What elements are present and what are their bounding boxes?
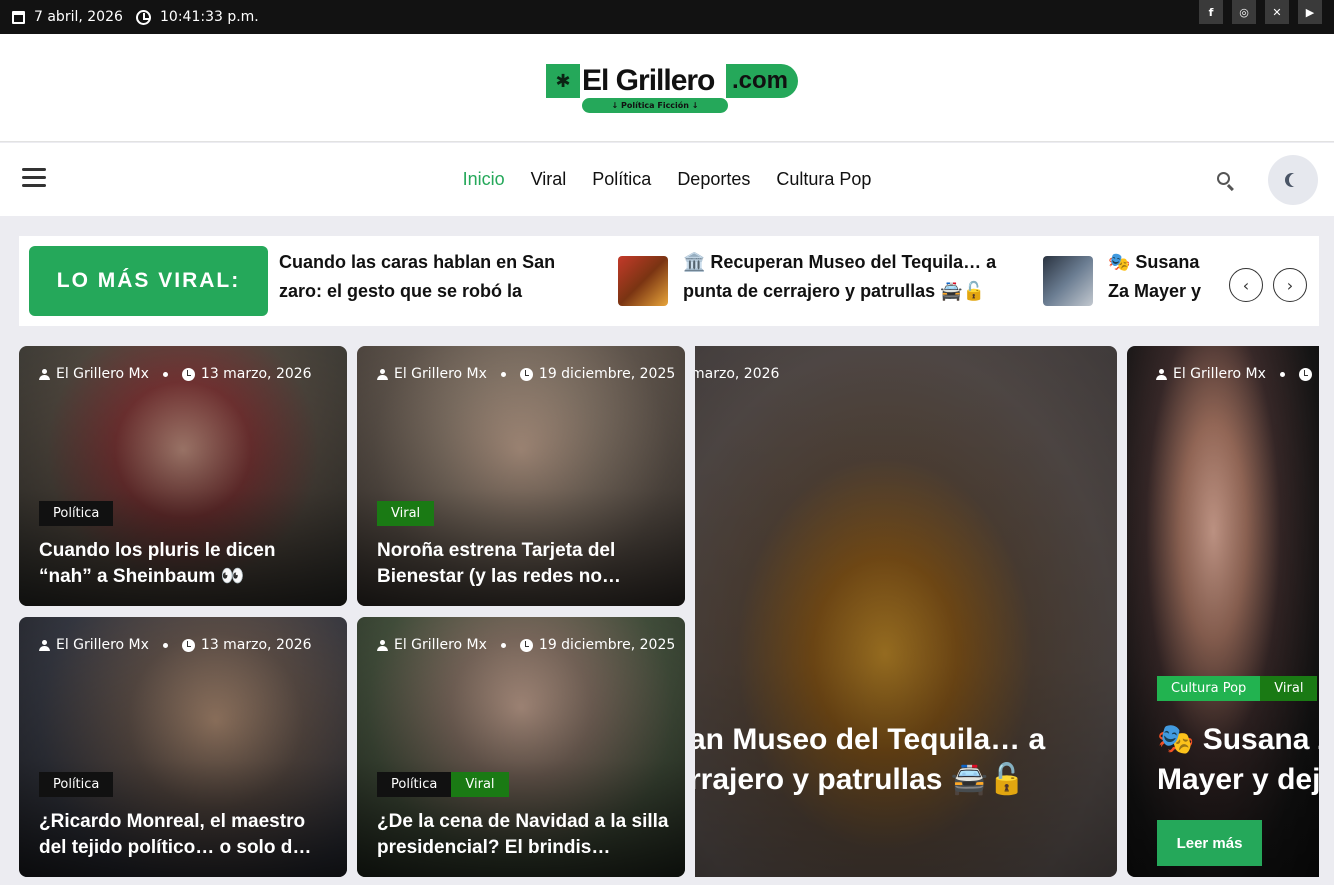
site-header: ✱ El Grillero .com ↓ Política Ficción ↓: [0, 34, 1334, 142]
moon-icon: [1289, 173, 1303, 187]
clock-icon: [519, 367, 533, 381]
featured-title-line: an Museo del Tequila… a: [695, 723, 1046, 756]
time-text: 10:41:33 p.m.: [160, 9, 259, 25]
x-icon[interactable]: ✕: [1265, 0, 1289, 24]
ticker-thumbnail[interactable]: [1043, 256, 1093, 306]
logo-name: El Grillero: [582, 64, 715, 97]
featured-slide[interactable]: marzo, 2026 an Museo del Tequila… a rraj…: [695, 346, 1117, 877]
featured-title-line: 🎭 Susana Z: [1157, 723, 1319, 756]
dark-mode-toggle[interactable]: [1268, 155, 1318, 205]
current-time: 10:41:33 p.m.: [136, 0, 259, 34]
nav-item-deportes[interactable]: Deportes: [677, 169, 750, 190]
ticker-prev-button[interactable]: ‹: [1229, 268, 1263, 302]
post-date[interactable]: 19 diciembre, 2025: [539, 637, 675, 653]
nav-item-viral[interactable]: Viral: [531, 169, 567, 190]
post-author[interactable]: El Grillero Mx: [394, 366, 487, 382]
user-icon: [1156, 368, 1167, 380]
clock-icon: [181, 367, 195, 381]
category-tag[interactable]: Cultura Pop: [1157, 676, 1261, 701]
ticker-item[interactable]: 🏛️ Recuperan Museo del Tequila… a punta …: [683, 248, 1001, 308]
featured-title[interactable]: 🎭 Susana Z Mayer y dej: [1157, 720, 1319, 800]
post-author[interactable]: El Grillero Mx: [56, 366, 149, 382]
clock-icon: [136, 9, 151, 25]
site-logo[interactable]: ✱ El Grillero .com ↓ Política Ficción ↓: [546, 62, 799, 114]
read-more-button[interactable]: Leer más: [1157, 820, 1262, 866]
post-date[interactable]: 19 diciembre, 2025: [539, 366, 675, 382]
ticker-item[interactable]: 🎭 Susana Za Mayer y deja: [1108, 248, 1220, 308]
post-date[interactable]: 13 marzo, 2026: [201, 366, 312, 382]
category-tag[interactable]: Viral: [1260, 676, 1318, 701]
search-icon[interactable]: [1216, 171, 1236, 192]
article-title[interactable]: ¿Ricardo Monreal, el maestro del tejido …: [39, 809, 331, 861]
category-tag[interactable]: Viral: [451, 772, 509, 797]
featured-title[interactable]: an Museo del Tequila… a rrajero y patrul…: [695, 720, 1101, 800]
post-author[interactable]: El Grillero Mx: [394, 637, 487, 653]
date-text: 7 abril, 2026: [34, 9, 123, 25]
post-author[interactable]: El Grillero Mx: [56, 637, 149, 653]
nav-item-cultura-pop[interactable]: Cultura Pop: [776, 169, 871, 190]
user-icon: [377, 368, 388, 380]
post-meta: El Grillero Mx 19 diciembre, 2025: [377, 637, 675, 653]
user-icon: [39, 368, 50, 380]
clock-icon: [1298, 367, 1312, 381]
featured-title-line: rrajero y patrullas 🚔🔓: [695, 763, 1026, 796]
facebook-icon[interactable]: f: [1199, 0, 1223, 24]
viral-ticker: LO MÁS VIRAL: Cuando las caras hablan en…: [19, 236, 1319, 326]
youtube-icon[interactable]: ▶: [1298, 0, 1322, 24]
ticker-thumbnail[interactable]: [618, 256, 668, 306]
post-meta: El Grillero Mx 13 marzo, 2026: [39, 366, 312, 382]
user-icon: [377, 639, 388, 651]
top-bar: 7 abril, 2026 10:41:33 p.m. f ◎ ✕ ▶: [0, 0, 1334, 34]
calendar-icon: [12, 10, 25, 24]
post-date[interactable]: marzo, 2026: [695, 366, 779, 382]
nav-menu: Inicio Viral Política Deportes Cultura P…: [0, 143, 1334, 216]
category-tag[interactable]: Viral: [377, 501, 435, 526]
post-author[interactable]: El Grillero Mx: [1173, 366, 1266, 382]
main-nav: Inicio Viral Política Deportes Cultura P…: [0, 143, 1334, 216]
article-card[interactable]: El Grillero Mx 13 marzo, 2026 Política C…: [19, 346, 347, 606]
instagram-icon[interactable]: ◎: [1232, 0, 1256, 24]
post-meta: marzo, 2026: [695, 366, 779, 382]
ticker-item[interactable]: Cuando las caras hablan en San zaro: el …: [279, 248, 579, 308]
featured-slide[interactable]: El Grillero Mx 13 Cultura Pop Viral 🎭 Su…: [1127, 346, 1319, 877]
article-title[interactable]: ¿De la cena de Navidad a la silla presid…: [377, 809, 669, 861]
category-tag[interactable]: Política: [39, 501, 114, 526]
clock-icon: [181, 638, 195, 652]
article-card[interactable]: El Grillero Mx 19 diciembre, 2025 Políti…: [357, 617, 685, 877]
post-meta: El Grillero Mx 13 marzo, 2026: [39, 637, 312, 653]
nav-item-politica[interactable]: Política: [592, 169, 651, 190]
article-title[interactable]: Cuando los pluris le dicen “nah” a Shein…: [39, 538, 331, 590]
nav-item-inicio[interactable]: Inicio: [463, 169, 505, 190]
category-tag[interactable]: Política: [39, 772, 114, 797]
user-icon: [39, 639, 50, 651]
article-card[interactable]: El Grillero Mx 13 marzo, 2026 Política ¿…: [19, 617, 347, 877]
featured-title-line: Mayer y dej: [1157, 763, 1319, 796]
ticker-label: LO MÁS VIRAL:: [29, 246, 268, 316]
post-date[interactable]: 13: [1318, 366, 1319, 382]
clock-icon: [519, 638, 533, 652]
post-meta: El Grillero Mx 19 diciembre, 2025: [377, 366, 675, 382]
article-card[interactable]: El Grillero Mx 19 diciembre, 2025 Viral …: [357, 346, 685, 606]
cricket-icon: ✱: [546, 64, 580, 98]
logo-domain: .com: [726, 64, 799, 98]
post-date[interactable]: 13 marzo, 2026: [201, 637, 312, 653]
category-tag[interactable]: Política: [377, 772, 452, 797]
post-meta: El Grillero Mx 13: [1156, 366, 1319, 382]
article-title[interactable]: Noroña estrena Tarjeta del Bienestar (y …: [377, 538, 669, 590]
logo-tagline: ↓ Política Ficción ↓: [582, 98, 728, 113]
ticker-next-button[interactable]: ›: [1273, 268, 1307, 302]
current-date: 7 abril, 2026: [12, 0, 123, 34]
